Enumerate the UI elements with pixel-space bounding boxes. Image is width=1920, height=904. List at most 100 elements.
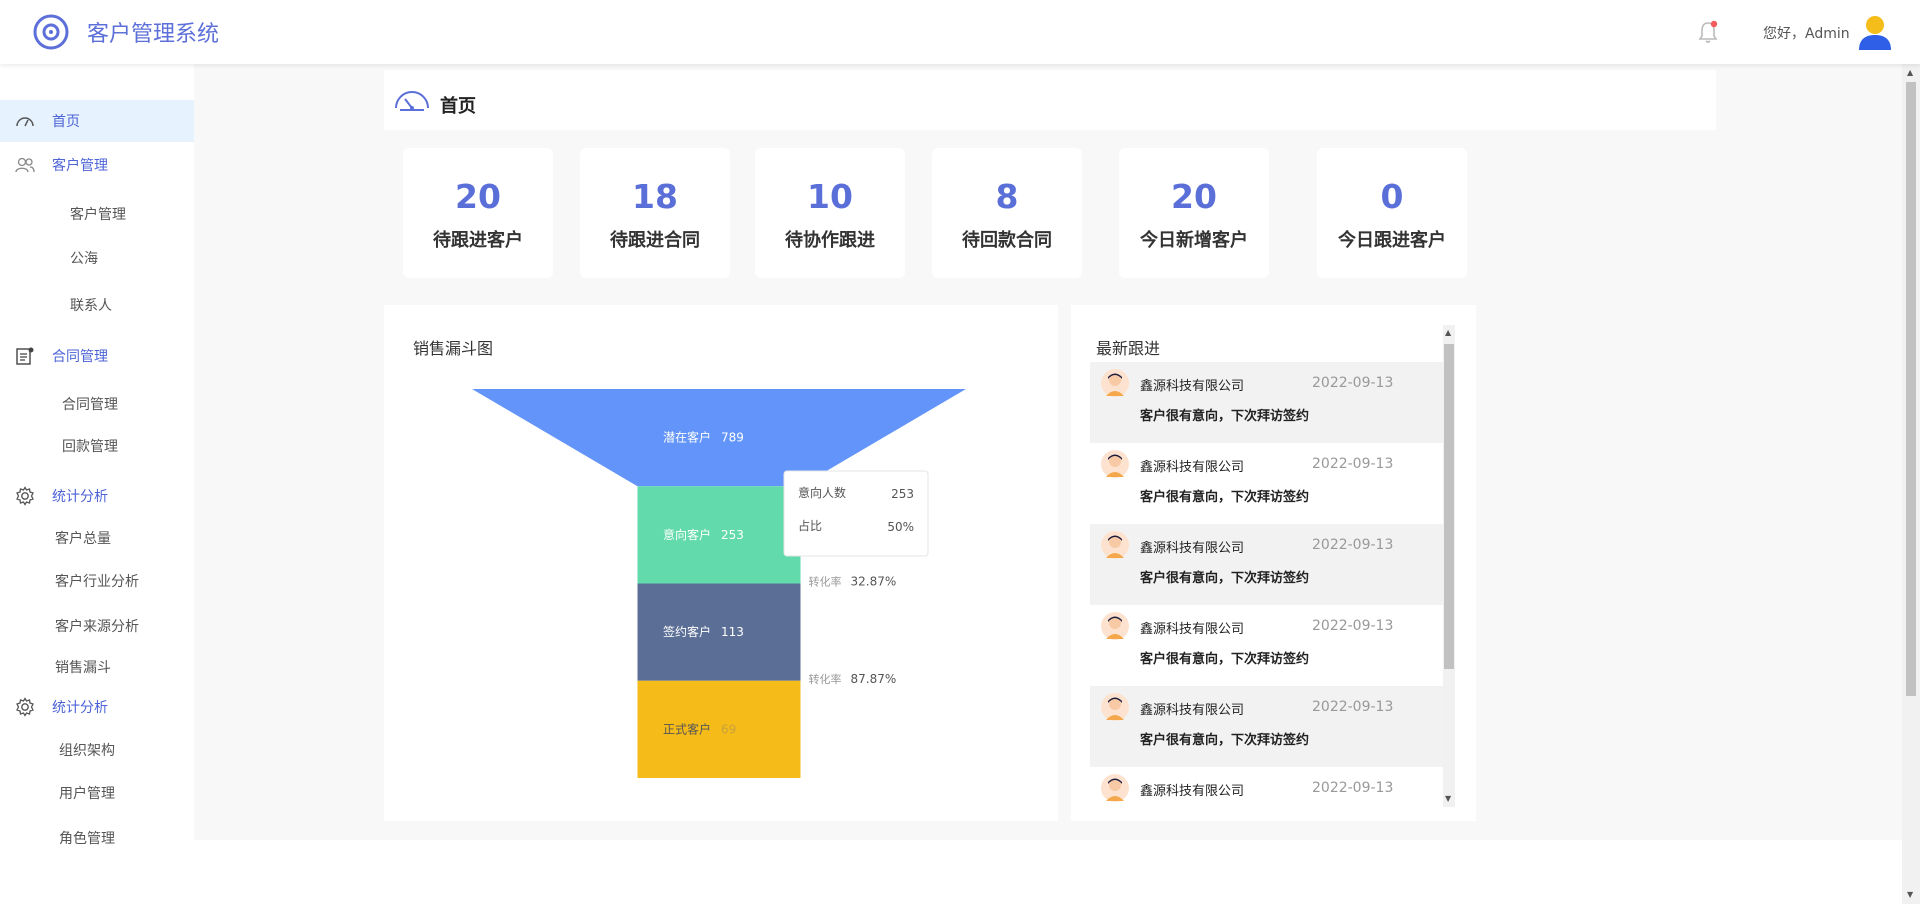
stat-label: 待跟进合同: [610, 230, 700, 251]
tooltip-label: 意向人数: [798, 485, 846, 500]
latest-follow-panel: 最新跟进 鑫源科技有限公司 2022-09-13 客户很有意向，下次拜访签约 鑫…: [1071, 305, 1476, 821]
follow-note: 客户很有意向，下次拜访签约: [1140, 409, 1310, 424]
page-title: 首页: [440, 96, 476, 117]
stat-label: 待协作跟进: [785, 230, 875, 251]
follow-date: 2022-09-13: [1312, 780, 1394, 796]
conversion-value: 32.87%: [851, 575, 897, 589]
sidebar: 首页 客户管理 客户管理 公海 联系人 合同管理 合同管理 回款管理 统计分析 …: [0, 64, 194, 904]
scroll-up-icon[interactable]: ▲: [1907, 68, 1913, 77]
follow-date: 2022-09-13: [1312, 537, 1394, 553]
stat-label: 待回款合同: [962, 230, 1052, 251]
funnel-stage-value: 69: [721, 722, 736, 736]
dashboard-icon: [15, 111, 35, 131]
sidebar-group-contracts[interactable]: 合同管理: [0, 335, 194, 377]
sidebar-label-contracts: 合同管理: [52, 349, 108, 365]
stat-value: 20: [1171, 177, 1217, 216]
sidebar-item-home[interactable]: 首页: [0, 100, 194, 142]
follow-scrollbar[interactable]: ▲ ▼: [1443, 325, 1455, 807]
stat-card[interactable]: 20 待跟进客户: [403, 148, 553, 278]
sidebar-item-payment-manage[interactable]: 回款管理: [62, 436, 118, 456]
sidebar-group-statistics[interactable]: 统计分析: [0, 475, 194, 517]
stat-value: 20: [455, 177, 501, 216]
tooltip-value: 253: [891, 487, 914, 501]
sidebar-item-role-manage[interactable]: 角色管理: [59, 828, 115, 848]
sidebar-item-public-pool[interactable]: 公海: [70, 248, 98, 268]
funnel-stage[interactable]: [637, 680, 801, 778]
follow-scroll-thumb[interactable]: [1444, 344, 1454, 669]
sidebar-item-customer-manage[interactable]: 客户管理: [70, 204, 126, 224]
stat-value: 18: [632, 177, 678, 216]
sidebar-label-customers: 客户管理: [52, 158, 108, 174]
funnel-stage[interactable]: [637, 583, 801, 681]
top-header: 客户管理系统 您好，Admin: [0, 0, 1920, 64]
scroll-up-icon[interactable]: ▲: [1445, 328, 1451, 337]
funnel-chart: 潜在客户789意向客户253签约客户113正式客户69 30.98%转化率32.…: [472, 389, 966, 778]
notification-bell-icon[interactable]: [1697, 20, 1719, 44]
sidebar-item-industry-analysis[interactable]: 客户行业分析: [55, 571, 139, 591]
tooltip-value: 50%: [887, 520, 914, 534]
follow-item[interactable]: 鑫源科技有限公司 2022-09-13 客户很有意向，下次拜访签约: [1090, 524, 1443, 605]
person-avatar-icon: [1101, 531, 1129, 559]
funnel-stage-label: 潜在客户: [663, 430, 711, 445]
app-title: 客户管理系统: [87, 22, 220, 47]
follow-date: 2022-09-13: [1312, 375, 1394, 391]
contract-icon: [15, 346, 35, 366]
brand[interactable]: 客户管理系统: [33, 14, 219, 50]
footer-area: [194, 840, 1902, 904]
sidebar-item-source-analysis[interactable]: 客户来源分析: [55, 616, 139, 636]
follow-item[interactable]: 鑫源科技有限公司 2022-09-13 客户很有意向，下次拜访签约: [1090, 362, 1443, 443]
sidebar-group-customers[interactable]: 客户管理: [0, 144, 194, 186]
user-greeting[interactable]: 您好，Admin: [1763, 23, 1850, 43]
stat-value: 8: [995, 177, 1019, 216]
follow-title: 最新跟进: [1096, 339, 1161, 358]
follow-company: 鑫源科技有限公司: [1140, 703, 1245, 718]
sidebar-item-sales-funnel[interactable]: 销售漏斗: [55, 657, 111, 677]
stat-card[interactable]: 18 待跟进合同: [580, 148, 730, 278]
follow-item[interactable]: 鑫源科技有限公司 2022-09-13: [1090, 767, 1443, 807]
conversion-label: 转化率: [809, 575, 842, 589]
scroll-down-icon[interactable]: ▼: [1445, 794, 1451, 803]
stat-card[interactable]: 20 今日新增客户: [1119, 148, 1269, 278]
stat-value: 10: [807, 177, 853, 216]
page-title-bar: 首页: [384, 70, 1716, 130]
users-icon: [15, 155, 35, 175]
follow-item[interactable]: 鑫源科技有限公司 2022-09-13 客户很有意向，下次拜访签约: [1090, 443, 1443, 524]
sidebar-item-customer-total[interactable]: 客户总量: [55, 528, 111, 548]
follow-list[interactable]: 鑫源科技有限公司 2022-09-13 客户很有意向，下次拜访签约 鑫源科技有限…: [1090, 362, 1443, 807]
person-avatar-icon: [1101, 450, 1129, 478]
follow-date: 2022-09-13: [1312, 699, 1394, 715]
gear-icon: [15, 486, 35, 506]
stat-card[interactable]: 8 待回款合同: [932, 148, 1082, 278]
sidebar-item-contacts[interactable]: 联系人: [70, 295, 112, 315]
funnel-stage-label: 签约客户: [663, 624, 711, 639]
follow-item[interactable]: 鑫源科技有限公司 2022-09-13 客户很有意向，下次拜访签约: [1090, 686, 1443, 767]
stat-label: 今日跟进客户: [1338, 230, 1446, 251]
follow-date: 2022-09-13: [1312, 618, 1394, 634]
speedometer-icon: [395, 91, 429, 111]
funnel-stage-value: 789: [721, 431, 744, 445]
funnel-stage-value: 113: [721, 625, 744, 639]
sales-funnel-panel: 销售漏斗图 潜在客户789意向客户253签约客户113正式客户69 30.98%…: [384, 305, 1058, 821]
sidebar-item-org-structure[interactable]: 组织架构: [59, 740, 115, 760]
scroll-down-icon[interactable]: ▼: [1907, 890, 1913, 899]
sidebar-item-user-manage[interactable]: 用户管理: [59, 783, 115, 803]
sidebar-item-contract-manage[interactable]: 合同管理: [62, 394, 118, 414]
follow-note: 客户很有意向，下次拜访签约: [1140, 571, 1310, 586]
sidebar-label-home: 首页: [52, 114, 80, 130]
stat-card[interactable]: 0 今日跟进客户: [1317, 148, 1467, 278]
sidebar-group-system[interactable]: 统计分析: [0, 686, 194, 728]
page-scroll-thumb[interactable]: [1906, 82, 1916, 696]
user-avatar-icon[interactable]: [1857, 14, 1893, 50]
person-avatar-icon: [1101, 693, 1129, 721]
funnel-stage[interactable]: [637, 486, 801, 584]
stat-label: 待跟进客户: [433, 230, 523, 251]
follow-note: 客户很有意向，下次拜访签约: [1140, 652, 1310, 667]
stat-card[interactable]: 10 待协作跟进: [755, 148, 905, 278]
follow-item[interactable]: 鑫源科技有限公司 2022-09-13 客户很有意向，下次拜访签约: [1090, 605, 1443, 686]
funnel-stage-label: 意向客户: [663, 527, 711, 542]
follow-company: 鑫源科技有限公司: [1140, 460, 1245, 475]
follow-company: 鑫源科技有限公司: [1140, 622, 1245, 637]
tooltip-label: 占比: [798, 518, 822, 533]
sidebar-label-statistics: 统计分析: [52, 489, 108, 505]
page-scrollbar[interactable]: ▲ ▼: [1902, 64, 1920, 904]
